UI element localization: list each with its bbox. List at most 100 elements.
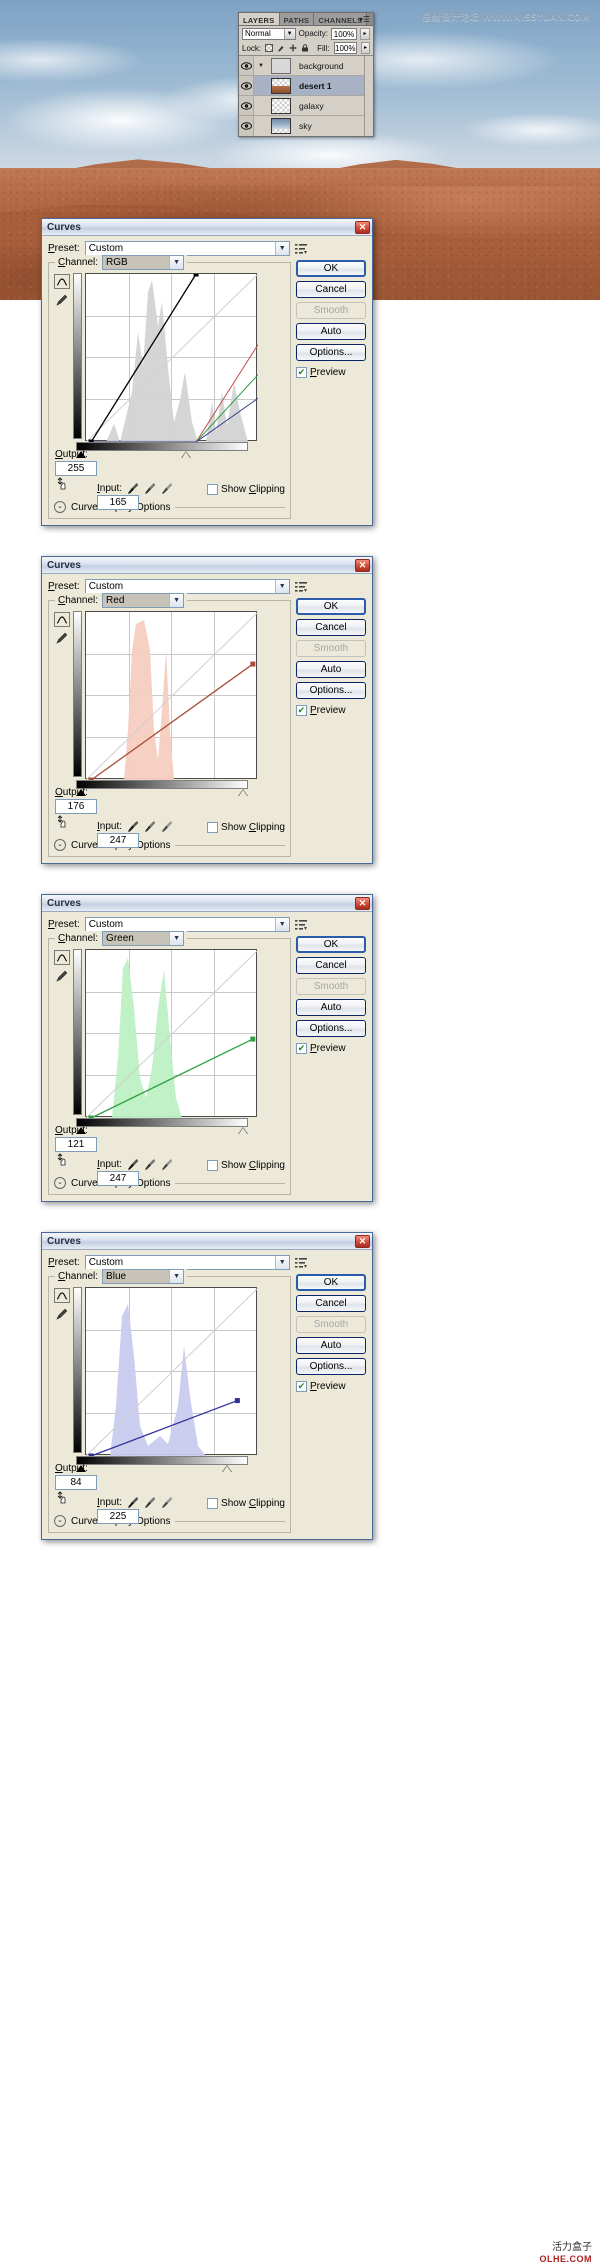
curve-svg[interactable] <box>86 274 258 442</box>
chevron-down-icon[interactable]: ▼ <box>169 594 184 607</box>
curve-grid[interactable] <box>85 949 258 1118</box>
opacity-stepper[interactable]: ▸ <box>360 27 370 40</box>
lock-row[interactable]: Lock: Fill: 100% ▸ <box>239 41 373 55</box>
curve-tools[interactable] <box>54 1287 70 1455</box>
layer-thumbnail[interactable] <box>271 77 291 94</box>
channel-select[interactable]: Red ▼ <box>102 593 185 608</box>
preview-checkbox[interactable]: ✔ <box>296 705 307 716</box>
preview-checkbox[interactable]: ✔ <box>296 367 307 378</box>
pencil-draw-icon[interactable] <box>54 1306 70 1321</box>
preview-checkbox[interactable]: ✔ <box>296 1381 307 1392</box>
show-clipping-row[interactable]: ✔ Show Clipping <box>207 484 285 495</box>
curve-draw-icon[interactable] <box>54 1288 70 1303</box>
eye-icon[interactable] <box>239 96 254 115</box>
auto-button[interactable]: Auto <box>296 661 366 678</box>
options-button[interactable]: Options... <box>296 682 366 699</box>
panel-menu-icon[interactable]: ▾☰ <box>359 15 370 24</box>
layers-list[interactable]: ▼ background desert 1 galaxy sky <box>239 55 373 136</box>
eye-icon[interactable] <box>239 116 254 136</box>
preset-row[interactable]: Preset: Custom ▼ <box>48 579 366 594</box>
chevron-down-icon[interactable]: ▼ <box>274 1256 289 1269</box>
preset-menu-icon[interactable] <box>294 1257 307 1269</box>
chevron-down-circle-icon[interactable]: ⌄ <box>54 1515 66 1527</box>
eye-icon[interactable] <box>239 76 254 95</box>
channel-row[interactable]: Channel: Blue ▼ <box>55 1269 188 1284</box>
dialog-buttons[interactable]: OK Cancel Smooth Auto Options... ✔ Previ… <box>296 598 366 716</box>
preview-row[interactable]: ✔ Preview <box>296 705 366 716</box>
opacity-value[interactable]: 100% <box>331 27 357 40</box>
close-icon[interactable]: ✕ <box>355 558 370 572</box>
lock-all-icon[interactable] <box>301 44 309 52</box>
eyedropper-gray-icon[interactable] <box>144 482 156 495</box>
options-button[interactable]: Options... <box>296 1020 366 1037</box>
preset-select[interactable]: Custom ▼ <box>84 241 290 256</box>
eyedropper-white-icon[interactable] <box>161 1496 173 1509</box>
preset-row[interactable]: Preset: Custom ▼ <box>48 241 366 256</box>
tab-paths[interactable]: PATHS <box>279 13 315 25</box>
dialog-titlebar[interactable]: Curves ✕ <box>42 1233 372 1250</box>
ok-button[interactable]: OK <box>296 598 366 615</box>
chevron-down-circle-icon[interactable]: ⌄ <box>54 839 66 851</box>
curve-draw-icon[interactable] <box>54 274 70 289</box>
close-icon[interactable]: ✕ <box>355 896 370 910</box>
output-field[interactable]: 84 <box>55 1475 97 1490</box>
curve-draw-icon[interactable] <box>54 612 70 627</box>
preview-row[interactable]: ✔ Preview <box>296 1381 366 1392</box>
dialog-bottom-tools[interactable]: ✔ Show Clipping <box>54 1491 285 1509</box>
show-clipping-checkbox[interactable]: ✔ <box>207 822 219 833</box>
curves-dialog-red[interactable]: Curves ✕ Preset: Custom ▼ Channel: Red ▼… <box>41 556 373 864</box>
ok-button[interactable]: OK <box>296 1274 366 1291</box>
channel-select[interactable]: Blue ▼ <box>102 1269 185 1284</box>
curve-display-options-row[interactable]: ⌄ Curve Display Options <box>54 1177 285 1189</box>
list-item[interactable]: galaxy <box>239 96 373 116</box>
dialog-titlebar[interactable]: Curves ✕ <box>42 219 372 236</box>
preset-select[interactable]: Custom ▼ <box>84 917 290 932</box>
chevron-down-icon[interactable]: ▼ <box>169 256 184 269</box>
pencil-draw-icon[interactable] <box>54 968 70 983</box>
chevron-down-icon[interactable]: ▼ <box>169 1270 184 1283</box>
chevron-down-circle-icon[interactable]: ⌄ <box>54 1177 66 1189</box>
blend-mode-row[interactable]: Normal ▼ Opacity: 100% ▸ <box>239 26 373 41</box>
layer-thumbnail[interactable] <box>271 97 291 114</box>
show-clipping-checkbox[interactable]: ✔ <box>207 1498 219 1509</box>
chevron-down-icon[interactable]: ▼ <box>274 580 289 593</box>
input-field[interactable]: 247 <box>97 1171 139 1186</box>
lock-position-icon[interactable] <box>289 44 298 52</box>
curve-grid[interactable] <box>85 1287 258 1456</box>
output-field[interactable]: 255 <box>55 461 97 476</box>
eyedropper-gray-icon[interactable] <box>144 820 156 833</box>
input-field[interactable]: 247 <box>97 833 139 848</box>
output-field[interactable]: 121 <box>55 1137 97 1152</box>
channel-row[interactable]: Channel: Green ▼ <box>55 931 188 946</box>
lock-transparent-icon[interactable] <box>265 44 274 52</box>
eyedropper-gray-icon[interactable] <box>144 1496 156 1509</box>
curve-tools[interactable] <box>54 949 70 1117</box>
dialog-bottom-tools[interactable]: ✔ Show Clipping <box>54 477 285 495</box>
layers-scrollbar[interactable] <box>364 56 373 136</box>
curve-graph[interactable] <box>85 273 258 442</box>
cancel-button[interactable]: Cancel <box>296 1295 366 1312</box>
curve-graph[interactable] <box>85 611 258 780</box>
dialog-titlebar[interactable]: Curves ✕ <box>42 895 372 912</box>
curve-draw-icon[interactable] <box>54 950 70 965</box>
curve-tools[interactable] <box>54 273 70 441</box>
preset-select[interactable]: Custom ▼ <box>84 1255 290 1270</box>
auto-button[interactable]: Auto <box>296 999 366 1016</box>
chevron-down-icon[interactable]: ▼ <box>257 63 265 69</box>
channel-select[interactable]: RGB ▼ <box>102 255 185 270</box>
preset-menu-icon[interactable] <box>294 243 307 255</box>
show-clipping-row[interactable]: ✔ Show Clipping <box>207 822 285 833</box>
curve-svg[interactable] <box>86 612 258 780</box>
chevron-down-icon[interactable]: ▼ <box>274 918 289 931</box>
curve-svg[interactable] <box>86 1288 258 1456</box>
close-icon[interactable]: ✕ <box>355 220 370 234</box>
chevron-down-icon[interactable]: ▼ <box>169 932 184 945</box>
output-field[interactable]: 176 <box>55 799 97 814</box>
preview-checkbox[interactable]: ✔ <box>296 1043 307 1054</box>
tab-layers[interactable]: LAYERS <box>239 13 280 25</box>
pencil-draw-icon[interactable] <box>54 292 70 307</box>
channel-row[interactable]: Channel: Red ▼ <box>55 593 188 608</box>
show-clipping-checkbox[interactable]: ✔ <box>207 1160 219 1171</box>
chevron-down-icon[interactable]: ▼ <box>283 28 295 39</box>
eyedropper-white-icon[interactable] <box>161 1158 173 1171</box>
